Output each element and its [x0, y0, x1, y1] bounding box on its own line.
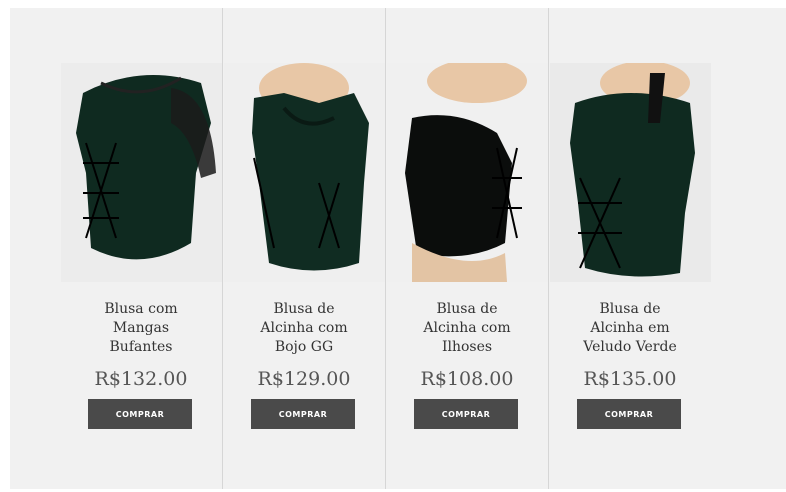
title-line: Mangas — [112, 320, 170, 336]
product-card[interactable]: Blusa de Alcinha com Bojo GG R$129.00 CO… — [223, 8, 385, 489]
buy-button[interactable]: COMPRAR — [251, 399, 355, 429]
product-title[interactable]: Blusa de Alcinha em Veludo Verde — [549, 300, 711, 357]
title-line: Ilhoses — [441, 339, 493, 355]
product-price: R$129.00 — [257, 368, 351, 390]
product-price: R$135.00 — [583, 368, 677, 390]
product-title[interactable]: Blusa com Mangas Bufantes — [60, 300, 222, 357]
title-line: Alcinha em — [590, 320, 670, 336]
product-title[interactable]: Blusa de Alcinha com Bojo GG — [223, 300, 385, 357]
product-image[interactable] — [387, 63, 548, 282]
title-line: Alcinha com — [260, 320, 348, 336]
product-card[interactable]: Blusa de Alcinha em Veludo Verde R$135.0… — [549, 8, 711, 489]
buy-button[interactable]: COMPRAR — [414, 399, 518, 429]
title-line: Blusa de — [273, 301, 335, 317]
product-price: R$108.00 — [420, 368, 514, 390]
product-grid: Blusa com Mangas Bufantes R$132.00 COMPR… — [10, 8, 786, 489]
title-line: Alcinha com — [423, 320, 511, 336]
product-image[interactable] — [61, 63, 222, 282]
title-line: Blusa com — [104, 301, 178, 317]
buy-button[interactable]: COMPRAR — [577, 399, 681, 429]
title-line: Bufantes — [109, 339, 173, 355]
title-line: Blusa de — [436, 301, 498, 317]
product-price: R$132.00 — [94, 368, 188, 390]
title-line: Veludo Verde — [583, 339, 677, 355]
buy-button[interactable]: COMPRAR — [88, 399, 192, 429]
product-card[interactable]: Blusa de Alcinha com Ilhoses R$108.00 CO… — [386, 8, 548, 489]
title-line: Bojo GG — [274, 339, 334, 355]
title-line: Blusa de — [599, 301, 661, 317]
product-title[interactable]: Blusa de Alcinha com Ilhoses — [386, 300, 548, 357]
product-image[interactable] — [550, 63, 711, 282]
product-image[interactable] — [224, 63, 385, 282]
product-card[interactable]: Blusa com Mangas Bufantes R$132.00 COMPR… — [60, 8, 222, 489]
